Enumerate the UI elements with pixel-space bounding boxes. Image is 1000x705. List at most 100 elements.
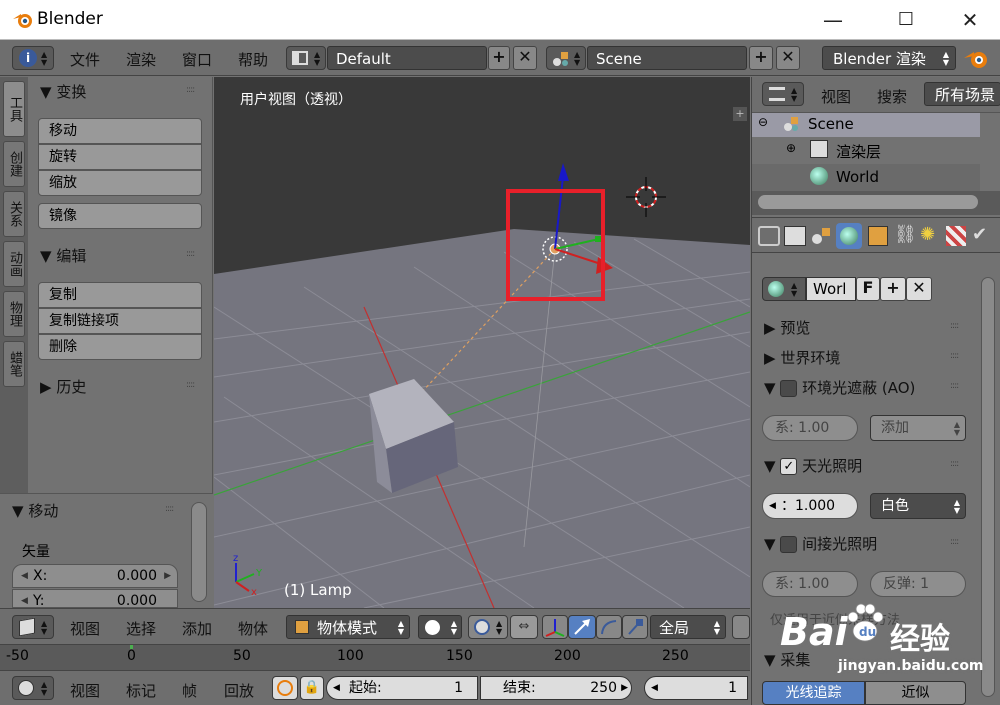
manipulator-toggle-icon[interactable]: ⇔ <box>510 615 538 639</box>
transform-orientation-select[interactable]: 全局 ▲ ▼ <box>650 615 726 639</box>
add-menu[interactable]: 添加 <box>182 618 212 639</box>
menu-render[interactable]: 渲染 <box>126 49 156 70</box>
fake-user-button[interactable]: F <box>856 277 880 301</box>
move-button[interactable]: 移动 <box>38 118 202 144</box>
render-layers-tab-icon[interactable] <box>784 226 806 246</box>
editor-type-button[interactable]: i ▲ ▼ <box>12 46 54 70</box>
timeline-ruler[interactable]: -50 0 50 100 150 200 250 <box>0 644 750 670</box>
ao-checkbox[interactable] <box>780 380 798 397</box>
timeline-editor-button[interactable]: ▲ ▼ <box>12 676 54 700</box>
expand-icon[interactable]: ⊕ <box>786 141 796 155</box>
lamp-data-tab-icon[interactable]: ✺ <box>920 224 935 245</box>
drag-grip-icon[interactable]: :::: <box>950 381 959 391</box>
tab-physics[interactable]: 物理 <box>3 291 25 337</box>
start-frame-field[interactable]: ◀ 起始: 1 <box>326 676 478 700</box>
ao-panel-header[interactable]: ▼ 环境光遮蔽 (AO) <box>764 377 915 398</box>
env-light-panel-header[interactable]: ▼ ✓ 天光照明 <box>764 455 862 476</box>
ao-factor-field[interactable]: 系: 1.00 <box>762 415 858 441</box>
object-tab-icon[interactable] <box>868 226 888 246</box>
texture-tab-icon[interactable] <box>946 226 966 246</box>
playback-menu[interactable]: 回放 <box>224 680 254 701</box>
vector-x-field[interactable]: ◀ X: 0.000 ▶ <box>12 564 178 588</box>
rotate-button[interactable]: 旋转 <box>38 144 202 170</box>
drag-grip-icon[interactable]: :::: <box>950 537 959 547</box>
outliner-editor-button[interactable]: ▲ ▼ <box>762 82 804 106</box>
pivot-select[interactable]: ▲ ▼ <box>468 615 508 639</box>
constraints-tab-icon[interactable]: ⛓ <box>894 224 917 245</box>
layout-name-field[interactable]: Default <box>327 46 487 70</box>
drag-grip-icon[interactable]: :::: <box>186 85 195 95</box>
scene-name-field[interactable]: Scene <box>587 46 747 70</box>
select-menu[interactable]: 选择 <box>126 618 156 639</box>
duplicate-button[interactable]: 复制 <box>38 282 202 308</box>
delete-scene-icon[interactable]: ✕ <box>776 46 800 70</box>
add-layout-icon[interactable]: + <box>488 46 510 70</box>
world-browse-button[interactable]: ▲ ▼ <box>762 277 806 301</box>
object-menu[interactable]: 物体 <box>238 618 268 639</box>
preview-range-icon[interactable] <box>272 676 298 700</box>
world-env-panel-header[interactable]: ▶ 世界环境 <box>764 347 840 368</box>
marker-menu[interactable]: 标记 <box>126 680 156 701</box>
indirect-checkbox[interactable] <box>780 536 798 553</box>
viewport-canvas[interactable]: z Y x <box>214 77 750 608</box>
tab-create[interactable]: 创建 <box>3 141 25 187</box>
menu-file[interactable]: 文件 <box>70 49 100 70</box>
indirect-panel-header[interactable]: ▼ 间接光照明 <box>764 533 877 554</box>
translate-manipulator-icon[interactable] <box>568 615 596 639</box>
end-frame-field[interactable]: 结束: 250 ▶ <box>480 676 632 700</box>
outliner-row-scene[interactable]: ⊖ Scene <box>752 113 980 137</box>
rotate-manipulator-icon[interactable] <box>596 615 622 639</box>
operator-panel-header[interactable]: ▼ 移动 <box>12 500 58 521</box>
3d-viewport[interactable]: z Y x 用户视图（透视） (1) Lamp + <box>214 77 750 608</box>
tab-relations[interactable]: 关系 <box>3 191 25 237</box>
mirror-button[interactable]: 镜像 <box>38 203 202 229</box>
minimize-button[interactable]: — <box>805 0 861 40</box>
interaction-mode-select[interactable]: 物体模式 ▲ ▼ <box>286 615 410 639</box>
current-frame-field[interactable]: ◀ 1 <box>644 676 748 700</box>
frame-menu[interactable]: 帧 <box>182 680 197 701</box>
outliner-display-mode[interactable]: 所有场景 <box>924 82 1000 106</box>
properties-toggle-icon[interactable]: + <box>733 107 747 121</box>
timeline-view-menu[interactable]: 视图 <box>70 680 100 701</box>
close-button[interactable]: ✕ <box>942 0 998 40</box>
transform-panel-header[interactable]: ▼ 变换 <box>40 81 86 102</box>
env-light-checkbox[interactable]: ✓ <box>780 458 798 475</box>
drag-grip-icon[interactable]: :::: <box>165 504 174 514</box>
scale-button[interactable]: 缩放 <box>38 170 202 196</box>
layers-button[interactable] <box>732 615 750 639</box>
layout-browse-button[interactable]: ▲ ▼ <box>286 46 326 70</box>
scene-tab-icon[interactable] <box>810 226 832 246</box>
tab-tools[interactable]: 工具 <box>3 81 25 137</box>
drag-grip-icon[interactable]: :::: <box>186 249 195 259</box>
history-panel-header[interactable]: ▶ 历史 <box>40 376 86 397</box>
drag-grip-icon[interactable]: :::: <box>950 351 959 361</box>
world-tab-icon[interactable] <box>836 223 862 249</box>
physics-tab-icon[interactable]: ✔ <box>972 224 987 245</box>
tab-animation[interactable]: 动画 <box>3 241 25 287</box>
3d-editor-button[interactable]: ▲ ▼ <box>12 615 54 639</box>
drag-grip-icon[interactable]: :::: <box>950 321 959 331</box>
scene-browse-button[interactable]: ▲ ▼ <box>546 46 586 70</box>
outliner-search-menu[interactable]: 搜索 <box>877 86 907 107</box>
manipulator-icon[interactable] <box>542 615 568 639</box>
duplicate-linked-button[interactable]: 复制链接项 <box>38 308 202 334</box>
render-tab-icon[interactable] <box>758 226 780 246</box>
unlink-world-icon[interactable]: ✕ <box>906 277 932 301</box>
lock-icon[interactable]: 🔒 <box>300 676 324 700</box>
tab-grease-pencil[interactable]: 蜡笔 <box>3 341 25 387</box>
maximize-button[interactable]: ☐ <box>878 0 934 40</box>
delete-layout-icon[interactable]: ✕ <box>513 46 537 70</box>
scrollbar[interactable] <box>191 502 207 602</box>
new-world-icon[interactable]: + <box>880 277 906 301</box>
scale-manipulator-icon[interactable] <box>622 615 648 639</box>
outliner-view-menu[interactable]: 视图 <box>821 86 851 107</box>
drag-grip-icon[interactable]: :::: <box>186 380 195 390</box>
menu-window[interactable]: 窗口 <box>182 49 212 70</box>
world-name-field[interactable]: Worl <box>806 277 856 301</box>
menu-help[interactable]: 帮助 <box>238 49 268 70</box>
vector-y-field[interactable]: ◀ Y: 0.000 <box>12 589 178 608</box>
preview-panel-header[interactable]: ▶ 预览 <box>764 317 810 338</box>
ao-blend-select[interactable]: 添加 ▲ ▼ <box>870 415 966 441</box>
3d-cursor-icon[interactable] <box>626 177 666 217</box>
drag-grip-icon[interactable]: :::: <box>950 459 959 469</box>
